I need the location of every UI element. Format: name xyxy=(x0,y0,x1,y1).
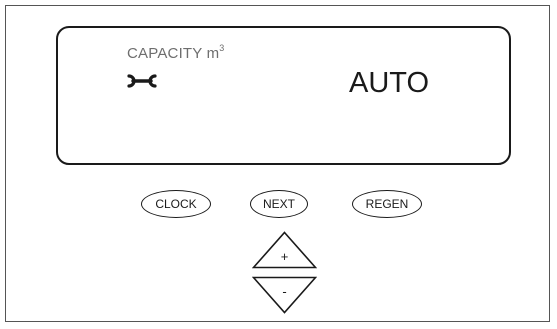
wrench-icon xyxy=(127,73,161,89)
plus-label: + xyxy=(280,249,289,264)
increase-button[interactable]: + xyxy=(252,231,317,269)
clock-button[interactable]: CLOCK xyxy=(141,190,211,218)
display-label: CAPACITY m3 xyxy=(127,43,225,62)
lcd-display xyxy=(56,26,511,165)
display-value: AUTO xyxy=(349,67,430,99)
regen-button[interactable]: REGEN xyxy=(352,190,422,218)
minus-label: - xyxy=(282,284,287,299)
next-button[interactable]: NEXT xyxy=(250,190,308,218)
decrease-button[interactable]: - xyxy=(252,276,317,314)
display-label-superscript: 3 xyxy=(219,43,225,53)
display-label-text: CAPACITY m xyxy=(127,45,220,62)
